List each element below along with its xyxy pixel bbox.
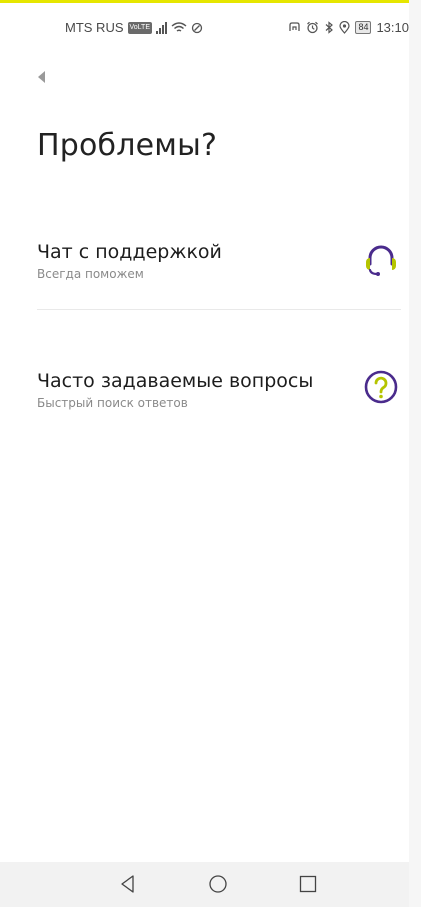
headset-icon bbox=[366, 245, 396, 276]
faq-label: Часто задаваемые вопросы bbox=[37, 370, 314, 392]
support-chat-label: Чат с поддержкой bbox=[37, 241, 222, 263]
support-chat-subtitle: Всегда поможем bbox=[37, 267, 144, 281]
faq-subtitle: Быстрый поиск ответов bbox=[37, 396, 188, 410]
system-navigation-bar bbox=[0, 862, 409, 907]
support-chat-item[interactable]: Чат с поддержкой Всегда поможем bbox=[37, 240, 401, 288]
carrier-name: MTS RUS bbox=[65, 20, 124, 35]
status-right: 84 13:10 bbox=[288, 20, 409, 35]
back-arrow-icon bbox=[38, 71, 45, 83]
top-accent-bar bbox=[0, 0, 409, 3]
status-bar: MTS RUS VoLTE 84 13:10 bbox=[0, 10, 409, 46]
nav-back-icon[interactable] bbox=[116, 872, 140, 896]
nfc-icon bbox=[289, 22, 301, 31]
wifi-icon bbox=[171, 21, 187, 32]
nav-recent-apps-icon[interactable] bbox=[296, 872, 320, 896]
back-button[interactable] bbox=[34, 69, 50, 85]
alarm-icon bbox=[307, 21, 319, 34]
page-title: Проблемы? bbox=[37, 128, 218, 163]
faq-item[interactable]: Часто задаваемые вопросы Быстрый поиск о… bbox=[37, 369, 401, 417]
battery-indicator: 84 bbox=[355, 21, 372, 34]
bluetooth-icon bbox=[326, 21, 334, 34]
status-left: MTS RUS VoLTE bbox=[65, 20, 203, 35]
location-icon bbox=[339, 21, 351, 34]
nav-home-icon[interactable] bbox=[206, 872, 230, 896]
question-icon bbox=[364, 370, 398, 404]
screen-edge bbox=[409, 0, 421, 907]
data-saver-icon bbox=[191, 22, 203, 33]
volte-badge: VoLTE bbox=[127, 21, 152, 34]
menu-divider bbox=[37, 309, 401, 310]
signal-icon bbox=[156, 21, 167, 34]
clock: 13:10 bbox=[376, 20, 409, 35]
